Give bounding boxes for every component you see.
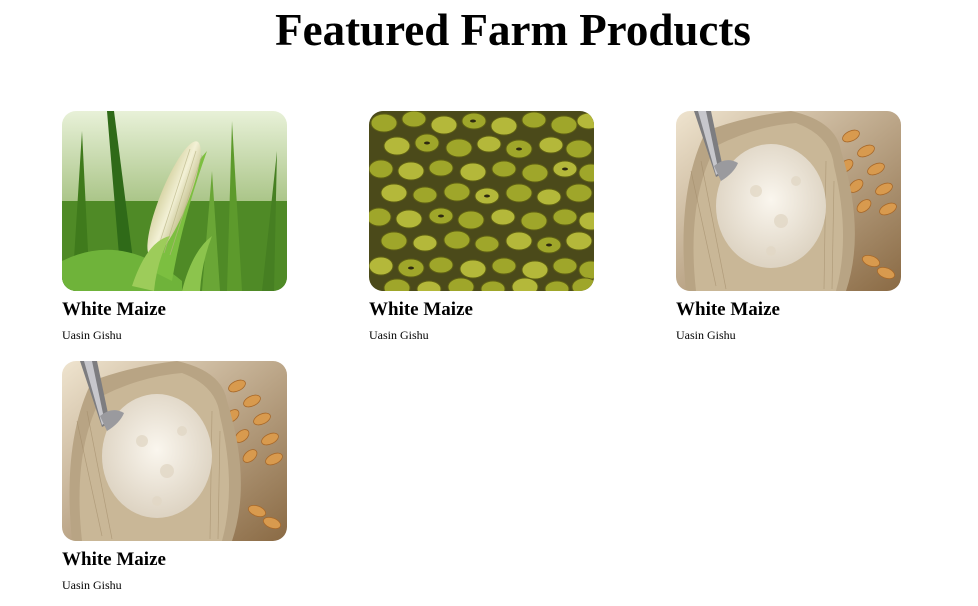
product-card[interactable]: White Maize Uasin Gishu <box>62 361 287 592</box>
product-card[interactable]: White Maize Uasin Gishu <box>369 111 594 342</box>
product-image-beans[interactable] <box>369 111 594 291</box>
product-name[interactable]: White Maize <box>676 299 901 321</box>
product-location: Uasin Gishu <box>676 328 736 342</box>
product-location: Uasin Gishu <box>62 578 122 592</box>
product-name[interactable]: White Maize <box>369 299 594 321</box>
page-title: Featured Farm Products <box>275 5 751 55</box>
product-name[interactable]: White Maize <box>62 549 287 571</box>
product-card[interactable]: White Maize Uasin Gishu <box>676 111 901 342</box>
product-location: Uasin Gishu <box>62 328 122 342</box>
product-card[interactable]: White Maize Uasin Gishu <box>62 111 287 342</box>
product-image-flour[interactable] <box>676 111 901 291</box>
product-image-maize[interactable] <box>62 111 287 291</box>
product-image-flour[interactable] <box>62 361 287 541</box>
product-location: Uasin Gishu <box>369 328 429 342</box>
product-name[interactable]: White Maize <box>62 299 287 321</box>
